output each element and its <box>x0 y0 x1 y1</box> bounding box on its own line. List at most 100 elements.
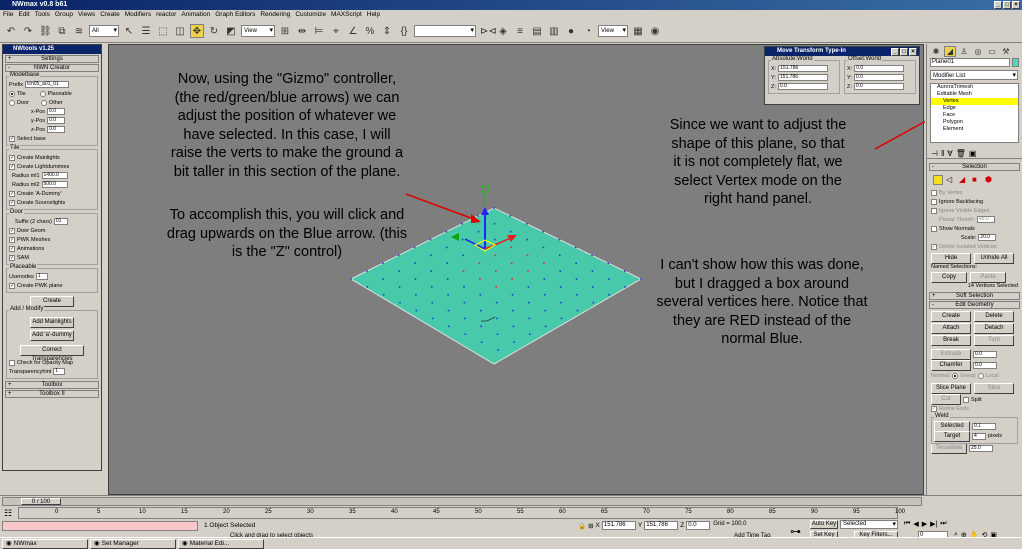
other-radio[interactable] <box>40 99 47 106</box>
vertex[interactable] <box>430 286 433 288</box>
menu-views[interactable]: Views <box>78 10 95 19</box>
material-editor-icon[interactable]: ● <box>564 24 578 38</box>
vertex[interactable] <box>431 317 434 320</box>
placeable-radio[interactable] <box>39 90 46 97</box>
vertex[interactable] <box>464 333 467 336</box>
offset-x-spinner[interactable]: 0.0 <box>854 65 905 72</box>
vertex[interactable] <box>446 278 449 280</box>
menu-help[interactable]: Help <box>367 10 380 19</box>
split-checkbox[interactable] <box>963 396 969 403</box>
absolute-mode-icon[interactable]: ⊞ <box>588 522 593 530</box>
soft-selection-rollout[interactable]: + Soft Selection <box>929 292 1020 300</box>
polygon-subobject-icon[interactable]: ■ <box>972 175 982 185</box>
show-normals-checkbox[interactable] <box>931 225 937 232</box>
vertex[interactable] <box>544 309 547 312</box>
radius-ml1-spinner[interactable]: 1400.0 <box>41 172 68 179</box>
unlink-icon[interactable]: ⧉ <box>55 24 69 38</box>
add-mainlights-button[interactable]: Add Mainlights <box>30 317 74 328</box>
radius-ml2-spinner[interactable]: 500.0 <box>41 181 68 188</box>
quick-render-icon[interactable]: ▦ <box>631 24 645 38</box>
menu-create[interactable]: Create <box>100 10 120 19</box>
door-geom-checkbox[interactable]: ✓ <box>9 227 15 234</box>
lock-selection-icon[interactable]: 🔒 <box>578 522 586 530</box>
status-x-field[interactable]: 151.786 <box>601 521 636 530</box>
task-material-editor[interactable]: ◉ Material Edi... <box>178 538 264 549</box>
vertex[interactable] <box>480 325 483 328</box>
selected-vertex[interactable] <box>462 270 465 272</box>
active-shade-icon[interactable]: ◉ <box>648 24 662 38</box>
vertex[interactable] <box>607 262 610 265</box>
vertex[interactable] <box>560 301 562 304</box>
bind-space-warp-icon[interactable]: ≋ <box>72 24 86 38</box>
play-icon[interactable]: ▶ <box>922 520 927 528</box>
vertex-subobject-icon[interactable] <box>933 175 943 185</box>
stack-item-polygon[interactable]: Polygon <box>931 119 1018 126</box>
pwk-meshes-checkbox[interactable]: ✓ <box>9 236 15 243</box>
task-set-manager[interactable]: ◉ Set Manager <box>90 538 176 549</box>
select-and-move-icon[interactable]: ✥ <box>190 23 204 38</box>
utilities-tab-icon[interactable]: ⚒ <box>1000 46 1012 57</box>
cut-button[interactable]: Cut <box>931 394 961 405</box>
modifier-list-dropdown[interactable]: Modifier List <box>930 70 1018 81</box>
time-slider[interactable]: 0 / 100 <box>21 498 61 505</box>
pin-stack-icon[interactable]: ⊣ <box>931 149 938 158</box>
vertex[interactable] <box>558 238 561 241</box>
hide-button[interactable]: Hide <box>931 253 971 264</box>
selected-vertex[interactable] <box>510 246 513 249</box>
vertex[interactable] <box>525 222 528 225</box>
create-mainlights-checkbox[interactable]: ✓ <box>9 154 15 161</box>
selected-vertex[interactable] <box>494 270 497 272</box>
menu-reactor[interactable]: reactor <box>156 10 176 19</box>
planar-thresh-spinner[interactable]: 45.0 <box>976 216 995 223</box>
vertex[interactable] <box>493 222 496 225</box>
vertex[interactable] <box>415 309 418 312</box>
minimize-button[interactable]: _ <box>994 1 1002 9</box>
vertex[interactable] <box>381 262 384 265</box>
selected-vertex[interactable] <box>511 278 513 280</box>
angle-snap-icon[interactable]: ∠ <box>346 24 360 38</box>
menu-tools[interactable]: Tools <box>35 10 50 19</box>
ypos-spinner[interactable]: 0.0 <box>47 117 66 124</box>
auto-key-button[interactable]: Auto Key <box>810 520 838 529</box>
select-and-rotate-icon[interactable]: ↻ <box>207 24 221 38</box>
vertex[interactable] <box>607 278 610 280</box>
edit-named-selection-icon[interactable]: {} <box>397 24 411 38</box>
vertex[interactable] <box>543 293 546 296</box>
chamfer-spinner[interactable]: 0.0 <box>973 362 997 369</box>
vertex[interactable] <box>464 317 466 320</box>
selected-vertex[interactable] <box>478 262 481 265</box>
dialog-close-button[interactable]: × <box>909 48 917 56</box>
selected-vertex[interactable] <box>479 278 481 280</box>
vertex[interactable] <box>542 230 544 233</box>
mirror-toolbar-icon[interactable]: ⊳⊲ <box>479 24 497 38</box>
detach-button[interactable]: Detach <box>974 323 1014 334</box>
vertex[interactable] <box>366 270 368 272</box>
vertex[interactable] <box>480 341 483 343</box>
opacity-map-checkbox[interactable] <box>9 359 15 366</box>
reference-coordinate-dropdown[interactable]: View <box>241 24 275 37</box>
vertex[interactable] <box>477 215 479 217</box>
align-icon[interactable]: ⊨ <box>312 24 326 38</box>
object-name-input[interactable]: Plane01 <box>930 58 1010 67</box>
vertex[interactable] <box>414 278 417 280</box>
abs-x-spinner[interactable]: 151.786 <box>778 65 829 72</box>
toolbox2-rollout[interactable]: + Toolbox II <box>5 390 99 398</box>
delete-button[interactable]: Delete <box>974 311 1014 322</box>
vertex[interactable] <box>608 293 611 296</box>
vertex[interactable] <box>496 317 498 320</box>
vertex[interactable] <box>543 278 546 280</box>
paste-button[interactable]: Paste <box>970 272 1006 283</box>
vertex[interactable] <box>575 278 578 280</box>
settings-rollout[interactable]: + Settings <box>5 55 99 63</box>
vertex[interactable] <box>528 333 531 336</box>
hierarchy-tab-icon[interactable]: ♙ <box>958 46 970 57</box>
menu-rendering[interactable]: Rendering <box>260 10 290 19</box>
normal-group-radio[interactable] <box>952 372 959 379</box>
vertex[interactable] <box>398 270 400 272</box>
vertex[interactable] <box>479 293 482 296</box>
vertex[interactable] <box>462 254 464 257</box>
vertex[interactable] <box>497 349 499 351</box>
xpos-spinner[interactable]: 0.0 <box>47 108 66 115</box>
named-selection-dropdown[interactable] <box>414 24 476 37</box>
vertex[interactable] <box>431 301 434 304</box>
